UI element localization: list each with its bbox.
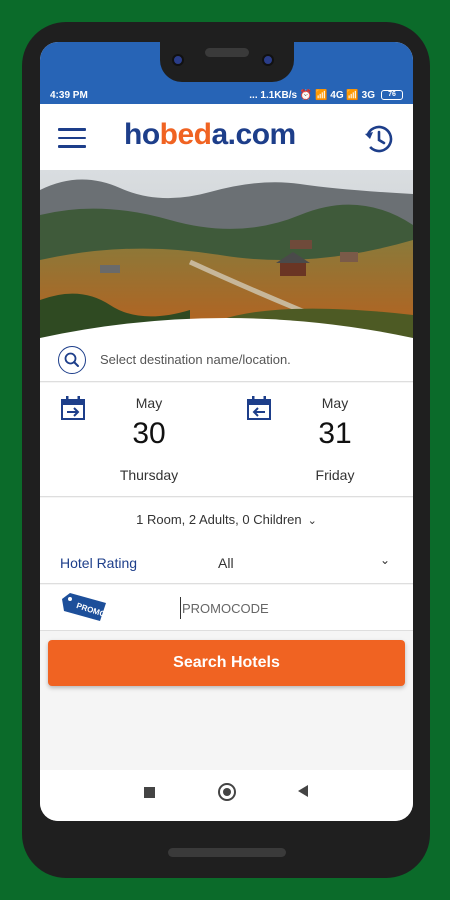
hotel-rating-label: Hotel Rating: [60, 555, 138, 571]
app-header: hobeda.com: [40, 104, 413, 170]
history-icon[interactable]: [362, 122, 396, 156]
hotel-rating-value: All: [218, 555, 234, 571]
camera-lens-icon: [262, 54, 274, 66]
guests-summary: 1 Room, 2 Adults, 0 Children: [136, 512, 302, 527]
checkin-day: 30: [132, 417, 166, 450]
promo-code-row: PROMO: [40, 585, 413, 631]
logo-text-start: ho: [124, 118, 160, 151]
back-icon[interactable]: [298, 785, 308, 797]
chevron-down-icon: ⌄: [380, 553, 391, 567]
brand-logo: hobeda.com: [124, 118, 296, 152]
promo-code-input[interactable]: [180, 597, 380, 619]
camera-lens-icon: [172, 54, 184, 66]
earpiece-speaker: [205, 48, 249, 57]
chevron-down-icon: ⌄: [307, 515, 317, 527]
battery-icon: 76: [381, 90, 403, 100]
checkout-day: 31: [318, 417, 352, 450]
checkin-month: May: [135, 395, 163, 411]
promo-tag-icon: PROMO: [62, 593, 107, 621]
status-indicators: ... 1.1KB/s ⏰ 📶 4G 📶 3G 76: [249, 90, 403, 101]
app-screen: 4:39 PM ... 1.1KB/s ⏰ 📶 4G 📶 3G 76 hobed…: [40, 42, 413, 821]
checkin-weekday: Thursday: [119, 467, 179, 483]
checkin-date[interactable]: May 30 Thursday: [40, 383, 226, 497]
checkout-weekday: Friday: [315, 467, 355, 483]
logo-text-accent: bed: [159, 118, 212, 151]
hotel-rating-select[interactable]: Hotel Rating All ⌄: [40, 542, 413, 584]
logo-text-end: a.com: [211, 118, 297, 151]
checkout-month: May: [321, 395, 349, 411]
status-bar: 4:39 PM ... 1.1KB/s ⏰ 📶 4G 📶 3G 76: [40, 86, 413, 104]
guests-selector[interactable]: 1 Room, 2 Adults, 0 Children ⌄: [40, 498, 413, 542]
search-hotels-button[interactable]: Search Hotels: [48, 640, 405, 686]
date-selector: May 30 Thursday May 31 Friday: [40, 383, 413, 497]
phone-bottom-speaker: [168, 848, 286, 857]
camera-notch: [160, 42, 294, 82]
search-icon: [58, 346, 86, 374]
home-icon[interactable]: [218, 783, 236, 801]
hamburger-icon[interactable]: [58, 128, 86, 148]
android-nav-bar: [40, 770, 413, 821]
network-indicators: ... 1.1KB/s ⏰ 📶 4G 📶 3G: [249, 89, 375, 101]
recent-apps-icon[interactable]: [144, 787, 155, 798]
checkout-date[interactable]: May 31 Friday: [226, 383, 412, 497]
hero-landscape-image: [40, 170, 413, 338]
status-time: 4:39 PM: [50, 89, 88, 101]
destination-search[interactable]: Select destination name/location.: [40, 338, 413, 382]
destination-search-input[interactable]: Select destination name/location.: [100, 352, 291, 367]
